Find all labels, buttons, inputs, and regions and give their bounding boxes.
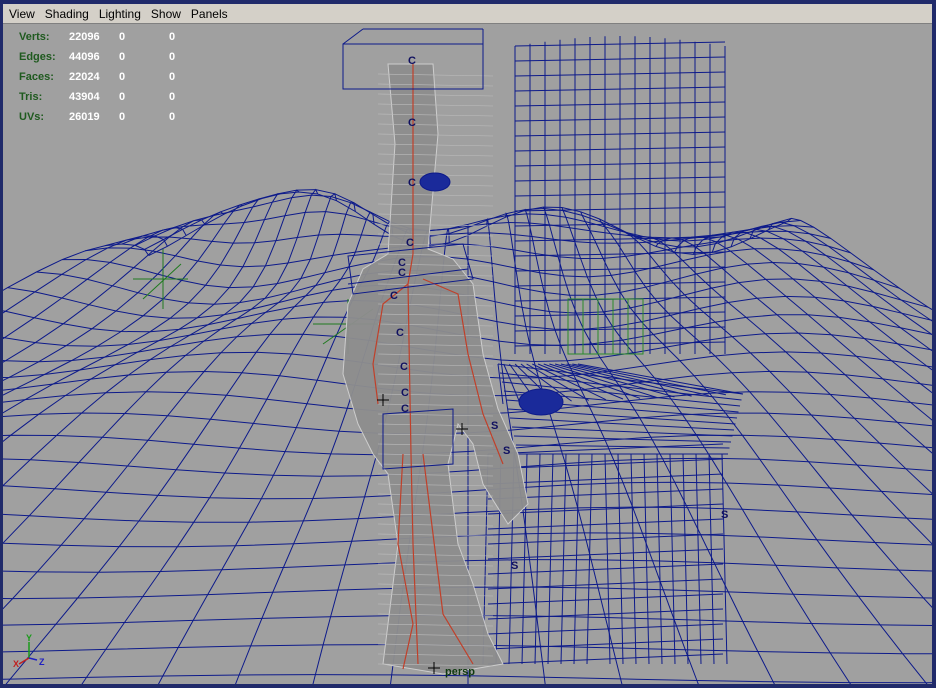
terrain-line [3,226,187,340]
chair-base-line [630,453,637,665]
hud-value: 0 [119,111,126,123]
terrain-line [768,221,932,322]
hud-value: 0 [119,91,126,103]
chair-base-line [617,453,624,665]
hud-value: 0 [169,111,176,123]
chair-base-line [573,453,580,665]
chair-base-line [682,453,689,665]
joint-marker-label[interactable]: C [408,117,416,129]
chair-base-line [708,453,715,665]
seat-orb[interactable] [518,388,564,416]
chair-seat-line [577,363,744,395]
joint-marker-label[interactable]: S [491,420,498,432]
chair-base-line [656,453,663,665]
menu-show[interactable]: Show [145,7,185,21]
menu-lighting[interactable]: Lighting [93,7,145,21]
head-orb[interactable] [419,172,451,192]
joint-marker-label[interactable]: C [406,237,414,249]
hud-row-tris: Tris: 43904 0 0 [19,87,219,107]
menu-panels[interactable]: Panels [185,7,232,21]
chair-base-line [487,518,724,530]
joint-marker-label[interactable]: C [396,327,404,339]
hud-value: 0 [169,51,176,63]
terrain-line [599,218,932,609]
chair-base-line [534,453,541,665]
hud-value: 22096 [69,31,100,43]
hud-label: Edges: [19,51,56,63]
joint-marker-label[interactable]: S [503,445,510,457]
hud-row-edges: Edges: 44096 0 0 [19,47,219,67]
chair-base-line [487,533,724,545]
hud-label: Faces: [19,71,54,83]
hud-row-verts: Verts: 22096 0 0 [19,27,219,47]
hud-label: Tris: [19,91,43,103]
menu-shading[interactable]: Shading [39,7,93,21]
terrain-line [3,243,150,291]
joint-marker-label[interactable]: S [721,509,728,521]
hud-value: 43904 [69,91,100,103]
joint-marker-label[interactable]: C [398,267,406,279]
hud-value: 26019 [69,111,100,123]
hud-value: 22024 [69,71,100,83]
hud-value: 0 [169,31,176,43]
chair-base-line [643,453,650,665]
viewport-window: View Shading Lighting Show Panels C C C … [0,0,936,688]
terrain-line [787,217,932,311]
chair-base-line [487,563,724,575]
hud-row-uvs: UVs: 26019 0 0 [19,107,219,127]
terrain-line [749,225,932,336]
hud-value: 0 [119,51,126,63]
panel-menu-bar: View Shading Lighting Show Panels [3,4,932,24]
chair-base-line [487,548,724,560]
hud-label: Verts: [19,31,50,43]
axis-y-label: Y [26,633,32,643]
terrain-line [3,219,206,363]
joint-marker-label[interactable]: C [408,177,416,189]
chair-base-line [695,453,702,665]
camera-name-label: persp [445,666,475,678]
joint-marker-label[interactable]: S [511,560,518,572]
chair-base-line [487,578,724,590]
joint-marker-label[interactable]: C [390,290,398,302]
joint-marker-label[interactable]: C [400,361,408,373]
chair-base-line [669,453,676,665]
terrain-line [730,228,932,352]
hud-value: 0 [119,71,126,83]
hud-row-faces: Faces: 22024 0 0 [19,67,219,87]
hud-value: 0 [119,31,126,43]
chair-base-line [721,453,728,665]
locator-left[interactable] [133,249,188,309]
hud-label: UVs: [19,111,45,123]
terrain-line [3,188,319,544]
hud-value: 44096 [69,51,100,63]
axis-gizmo: Y X Z [13,633,45,669]
hud-value: 0 [169,71,176,83]
menu-view[interactable]: View [3,7,39,21]
poly-count-hud: Verts: 22096 0 0 Edges: 44096 0 0 Faces:… [19,27,219,127]
joint-marker-label[interactable]: C [401,403,409,415]
perspective-viewport[interactable]: CCCCCCCCCCCSSSS Verts: 22096 0 0 Edges: … [3,24,932,684]
chair-base-line [604,453,611,665]
axis-x-label: X [13,659,19,669]
joint-marker-label[interactable]: C [408,55,416,67]
joint-marker-label[interactable]: C [401,387,409,399]
axis-z-label: Z [39,657,45,667]
terrain-line [3,193,281,443]
hud-value: 0 [169,91,176,103]
